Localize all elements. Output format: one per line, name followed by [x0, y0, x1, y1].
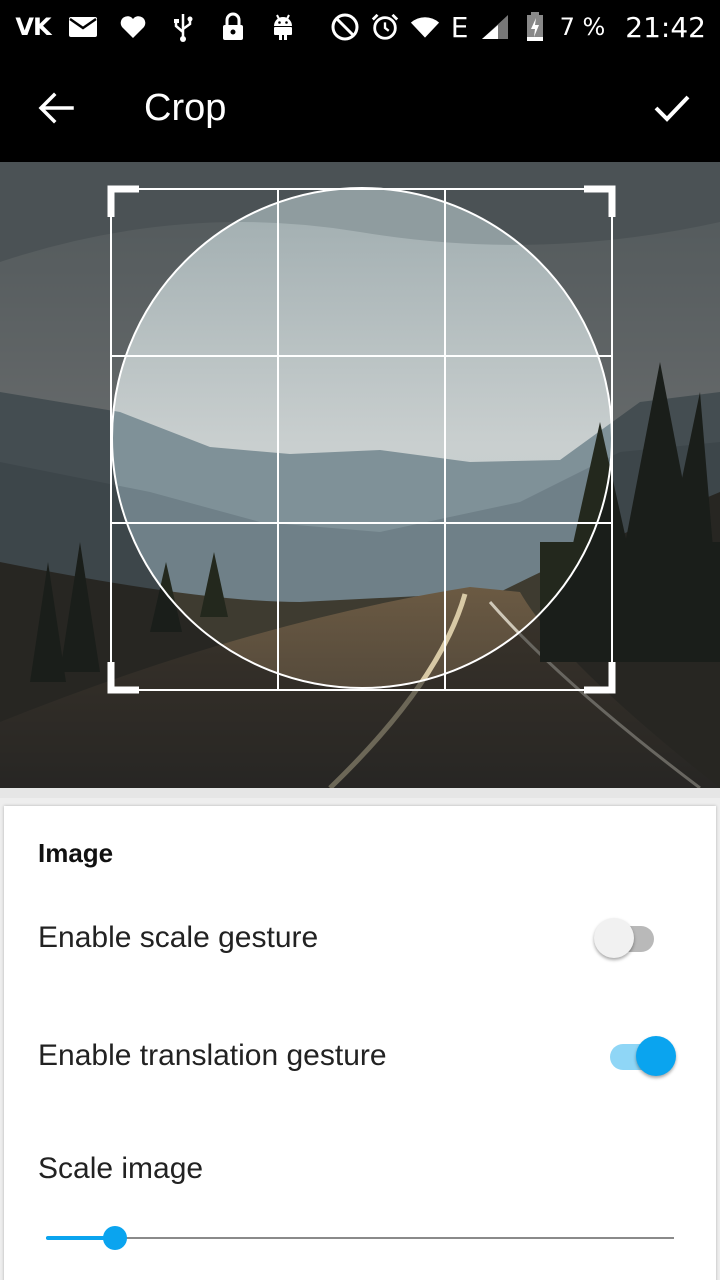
mail-icon: [68, 12, 98, 42]
system-icons: E 7 % 21:42: [330, 0, 706, 54]
lock-icon: [218, 12, 248, 42]
divider: [0, 788, 720, 798]
arrow-back-icon: [38, 92, 74, 124]
translation-gesture-switch[interactable]: [606, 1036, 676, 1076]
battery-charging-icon: [520, 12, 550, 42]
notification-icons: VK: [15, 0, 298, 54]
section-title: Image: [38, 838, 114, 868]
page-title: Crop: [144, 87, 227, 129]
scale-image-slider[interactable]: [44, 1222, 676, 1254]
heart-icon: [118, 12, 148, 42]
slider-rail: [46, 1237, 674, 1239]
switch-thumb: [636, 1036, 676, 1076]
scale-gesture-switch[interactable]: [594, 918, 664, 958]
scale-gesture-label: Enable scale gesture: [38, 921, 319, 954]
vk-icon: VK: [15, 13, 51, 41]
translation-gesture-label: Enable translation gesture: [38, 1039, 387, 1072]
confirm-button[interactable]: [648, 84, 696, 132]
back-button[interactable]: [32, 84, 80, 132]
do-not-disturb-icon: [330, 12, 360, 42]
alarm-icon: [370, 12, 400, 42]
settings-card: Image Enable scale gesture Enable transl…: [4, 806, 716, 1280]
app-bar: Crop: [0, 54, 720, 162]
crop-area[interactable]: [0, 162, 720, 788]
slider-knob[interactable]: [103, 1226, 128, 1250]
network-type-label: E: [450, 10, 469, 44]
status-bar: VK E 7 % 21:42: [0, 0, 720, 54]
scale-image-label: Scale image: [38, 1152, 204, 1185]
switch-thumb: [594, 918, 634, 958]
android-icon: [268, 12, 298, 42]
battery-percent: 7 %: [559, 13, 606, 41]
check-icon: [654, 95, 690, 122]
crop-image: [0, 162, 720, 788]
clock: 21:42: [625, 10, 706, 44]
usb-icon: [168, 12, 198, 42]
wifi-icon: [410, 12, 440, 42]
signal-icon: [480, 12, 510, 42]
